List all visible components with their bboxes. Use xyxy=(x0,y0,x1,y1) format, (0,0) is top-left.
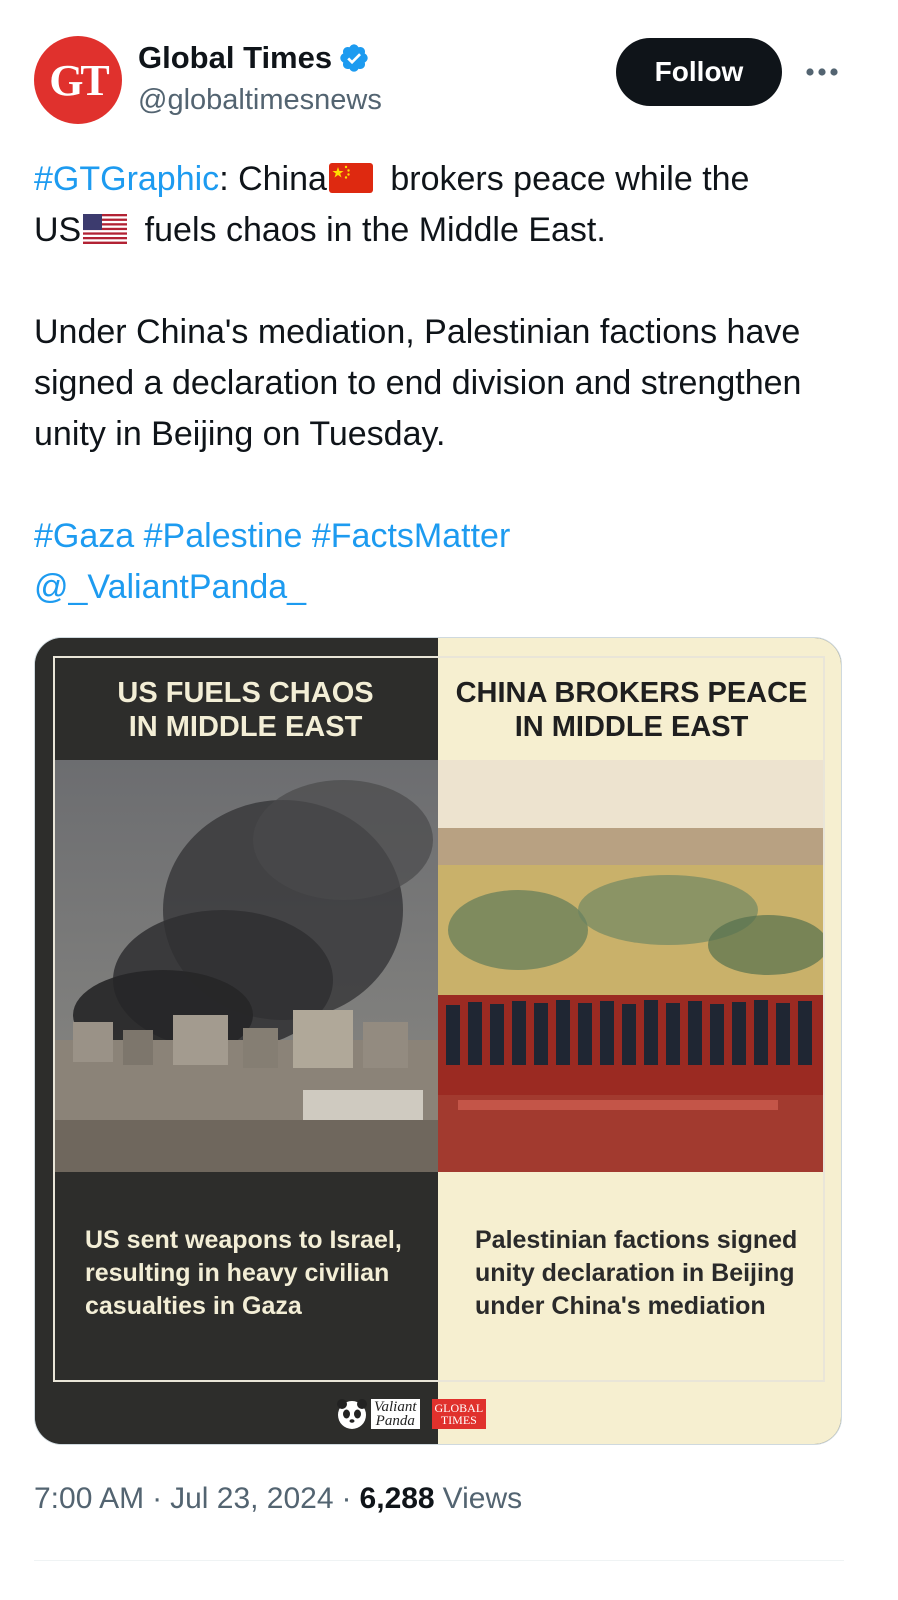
tweet-meta: 7:00 AM · Jul 23, 2024 · 6,288 Views xyxy=(34,1482,522,1516)
hashtag-palestine[interactable]: #Palestine xyxy=(144,517,303,555)
verified-badge-icon[interactable] xyxy=(338,42,370,74)
views-label: Views xyxy=(442,1482,523,1515)
hashtag-factsmatter[interactable]: #FactsMatter xyxy=(312,517,510,555)
tweet-text-segment: brokers peace while the xyxy=(380,160,750,198)
divider xyxy=(34,1560,844,1561)
tweet-line-1: #GTGraphic: China brokers peace while th… xyxy=(34,154,854,205)
valiant-panda-logo: Valiant Panda xyxy=(335,1397,420,1431)
author-handle[interactable]: @globaltimesnews xyxy=(138,84,382,117)
left-panel-caption: US sent weapons to Israel, resulting in … xyxy=(85,1226,402,1320)
views-count: 6,288 xyxy=(359,1482,435,1515)
tweet-date[interactable]: Jul 23, 2024 xyxy=(170,1482,333,1516)
valiant-panda-logo-text: Valiant Panda xyxy=(371,1399,420,1429)
tweet-header: GT Global Times @globaltimesnews Follow xyxy=(34,36,844,126)
author-display-name[interactable]: Global Times xyxy=(138,40,332,76)
mention-valiantpanda[interactable]: @_ValiantPanda_ xyxy=(34,562,854,613)
tweet-line-2: US fuels chaos in the Middle East. xyxy=(34,205,854,256)
tweet-text-segment: fuels chaos in the Middle East. xyxy=(135,211,606,249)
more-horizontal-icon xyxy=(806,68,838,76)
graphic-logos: Valiant Panda GLOBAL TIMES xyxy=(335,1394,487,1434)
hashtag-gtgraphic[interactable]: #GTGraphic xyxy=(34,160,219,198)
avatar-logo-text: GT xyxy=(49,55,110,105)
follow-button[interactable]: Follow xyxy=(616,38,782,106)
tweet-hashtags: #Gaza #Palestine #FactsMatter xyxy=(34,511,854,562)
meta-separator: · xyxy=(341,1482,352,1515)
left-panel-title: US FUELS CHAOS IN MIDDLE EAST xyxy=(117,677,374,743)
tweet-time[interactable]: 7:00 AM xyxy=(34,1482,144,1516)
us-flag-icon xyxy=(83,214,128,245)
tweet-text-segment: : China xyxy=(219,160,327,198)
right-panel-title: CHINA BROKERS PEACE IN MIDDLE EAST xyxy=(455,677,808,743)
tweet-media-image[interactable]: US FUELS CHAOS IN MIDDLE EAST CHINA BROK… xyxy=(34,637,842,1445)
author-avatar[interactable]: GT xyxy=(34,36,122,124)
tweet-body: #GTGraphic: China brokers peace while th… xyxy=(34,154,854,613)
global-times-logo: GLOBAL TIMES xyxy=(431,1399,487,1429)
meta-separator: · xyxy=(152,1482,163,1515)
more-options-button[interactable] xyxy=(804,54,840,90)
author-name-row: Global Times xyxy=(138,40,370,76)
china-flag-icon xyxy=(328,163,373,194)
tweet-paragraph-2: Under China's mediation, Palestinian fac… xyxy=(34,313,802,453)
hashtag-gaza[interactable]: #Gaza xyxy=(34,517,134,555)
panda-icon xyxy=(337,1399,367,1429)
right-panel-caption: Palestinian factions signed unity declar… xyxy=(475,1226,798,1320)
tweet-text-segment: US xyxy=(34,211,82,249)
